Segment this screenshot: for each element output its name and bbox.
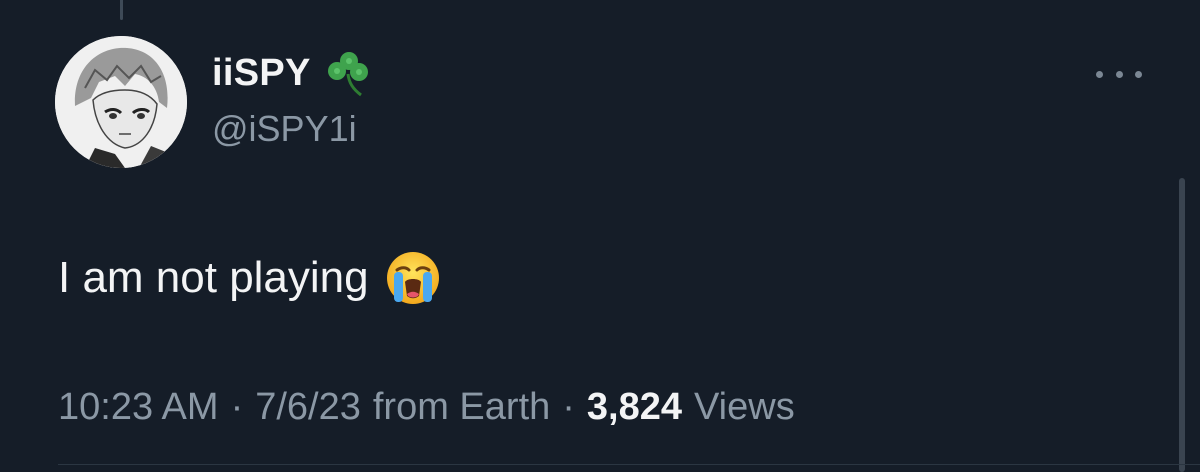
- tweet-text: I am not playing: [58, 250, 441, 306]
- thread-connector-line: [120, 0, 123, 20]
- meta-separator: ·: [230, 385, 244, 428]
- divider: [58, 464, 1200, 465]
- tweet-metadata: 10:23 AM · 7/6/23 from Earth · 3,824 Vie…: [58, 382, 795, 432]
- tweet-date[interactable]: 7/6/23: [255, 386, 361, 429]
- tweet-source: from Earth: [372, 385, 551, 428]
- more-options-icon[interactable]: [1096, 62, 1142, 86]
- tweet-body: I am not playing: [58, 253, 369, 302]
- more-dot: [1115, 70, 1123, 78]
- shamrock-icon: [323, 47, 375, 99]
- author-display-name[interactable]: iiSPY: [212, 52, 311, 95]
- tweet-time[interactable]: 10:23 AM: [58, 386, 219, 429]
- meta-separator: ·: [562, 385, 575, 428]
- more-dot: [1135, 70, 1142, 78]
- scrollbar[interactable]: [1179, 178, 1185, 472]
- views-label: Views: [694, 385, 795, 428]
- loudly-crying-face-icon: [385, 250, 441, 306]
- more-dot: [1096, 70, 1103, 78]
- author-handle[interactable]: @iSPY1i: [212, 108, 357, 150]
- views-count[interactable]: 3,824: [587, 386, 682, 429]
- author-name-row[interactable]: iiSPY: [212, 47, 375, 99]
- avatar[interactable]: [55, 36, 187, 168]
- avatar-image: [55, 36, 187, 168]
